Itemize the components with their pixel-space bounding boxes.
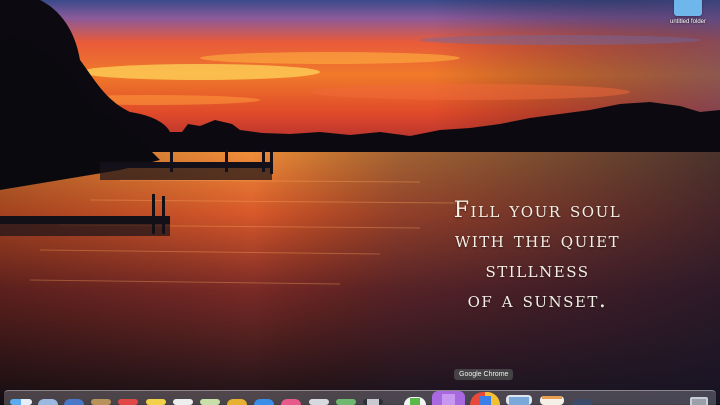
mail-icon[interactable] — [309, 399, 329, 405]
itunes-icon[interactable] — [281, 399, 301, 405]
quote-line-4: of a sunset. — [467, 288, 608, 313]
quote-line-1: Fill your soul — [453, 198, 622, 223]
messages-icon[interactable] — [363, 399, 383, 405]
app-store-icon[interactable] — [254, 399, 274, 405]
system-preferences-icon[interactable] — [572, 399, 592, 405]
launchpad-icon[interactable] — [64, 399, 84, 405]
stickies-icon[interactable] — [146, 399, 166, 405]
calendar-icon[interactable] — [118, 399, 138, 405]
notes-icon[interactable] — [91, 399, 111, 405]
dock-tooltip: Google Chrome — [454, 369, 514, 380]
quote-line-2: with the quiet — [454, 228, 621, 253]
chrome-icon[interactable] — [227, 399, 247, 405]
dock — [4, 390, 716, 405]
maps-icon[interactable] — [336, 399, 356, 405]
siri-icon[interactable] — [38, 399, 58, 405]
google-chrome-icon[interactable] — [470, 392, 500, 405]
photos-icon[interactable] — [200, 399, 220, 405]
quote-line-3: stillness — [485, 258, 590, 283]
desktop-folder[interactable]: untitled folder — [664, 0, 712, 25]
reminders-icon[interactable] — [173, 399, 193, 405]
finder-icon[interactable] — [10, 399, 32, 405]
podcasts-icon[interactable] — [432, 391, 465, 405]
wallpaper-quote: Fill your soul with the quiet stillness … — [440, 196, 635, 316]
folder-icon[interactable] — [674, 0, 702, 16]
folder-label: untitled folder — [669, 19, 707, 25]
